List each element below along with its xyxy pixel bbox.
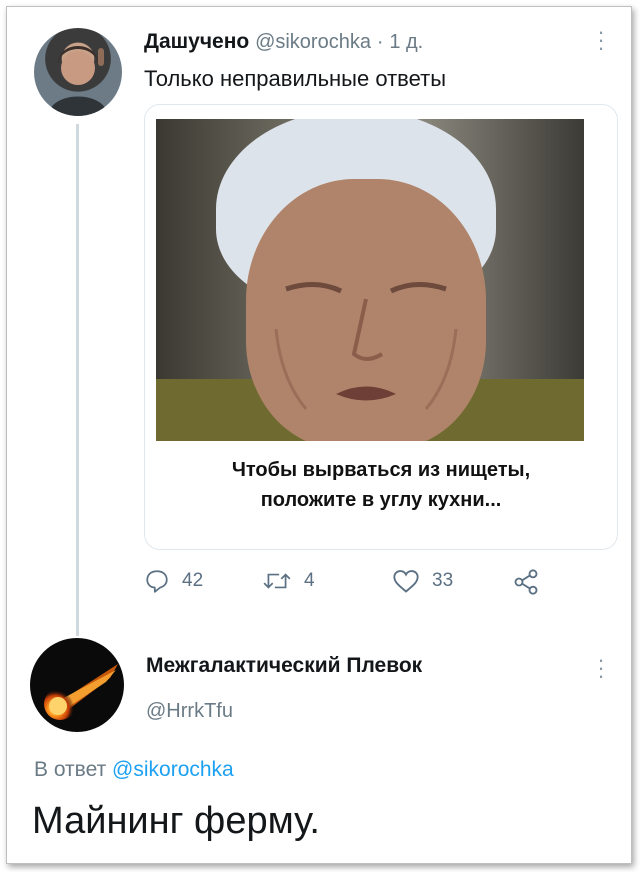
tweet-actions: 42 4 33: [144, 568, 584, 598]
avatar-photo: [48, 46, 108, 116]
reply-to-handle-link[interactable]: @sikorochka: [112, 758, 234, 781]
card-photo: [156, 119, 584, 441]
more-icon[interactable]: · · ·: [596, 649, 606, 687]
tweet-text: Майнинг ферму.: [32, 800, 320, 842]
share-icon: [514, 569, 538, 595]
reply-count: 42: [182, 570, 204, 591]
timestamp[interactable]: 1 д.: [389, 31, 423, 53]
media-card[interactable]: Чтобы вырваться из нищеты, положите в уг…: [144, 104, 618, 550]
face-features: [274, 282, 458, 410]
like-button[interactable]: 33: [392, 568, 453, 594]
reply-button[interactable]: 42: [144, 568, 203, 594]
face-shape: [246, 179, 486, 441]
handle[interactable]: @HrrkTfu: [146, 700, 233, 723]
more-icon[interactable]: · · ·: [596, 21, 606, 59]
reply-icon: [146, 570, 168, 593]
share-button[interactable]: [512, 568, 552, 596]
display-name[interactable]: Дашучено: [144, 30, 249, 53]
retweet-count: 4: [304, 570, 315, 591]
like-icon: [393, 570, 419, 593]
tweet-text: Только неправильные ответы: [144, 66, 447, 91]
card-caption: Чтобы вырваться из нищеты, положите в уг…: [231, 459, 531, 511]
display-name[interactable]: Межгалактический Плевок: [146, 654, 422, 678]
avatar[interactable]: [34, 28, 122, 116]
reply-prefix: В ответ: [34, 758, 107, 781]
retweet-button[interactable]: 4: [262, 568, 315, 594]
meteor-avatar-image: [44, 664, 118, 720]
avatar[interactable]: [30, 638, 124, 732]
handle[interactable]: @sikorochka: [255, 31, 371, 53]
thread-line: [76, 124, 79, 636]
retweet-icon: [263, 573, 291, 589]
author-line: Дашучено @sikorochka · 1 д.: [144, 30, 423, 54]
like-count: 33: [432, 570, 454, 591]
separator: ·: [376, 31, 384, 53]
reply-context: В ответ @sikorochka: [34, 758, 234, 782]
